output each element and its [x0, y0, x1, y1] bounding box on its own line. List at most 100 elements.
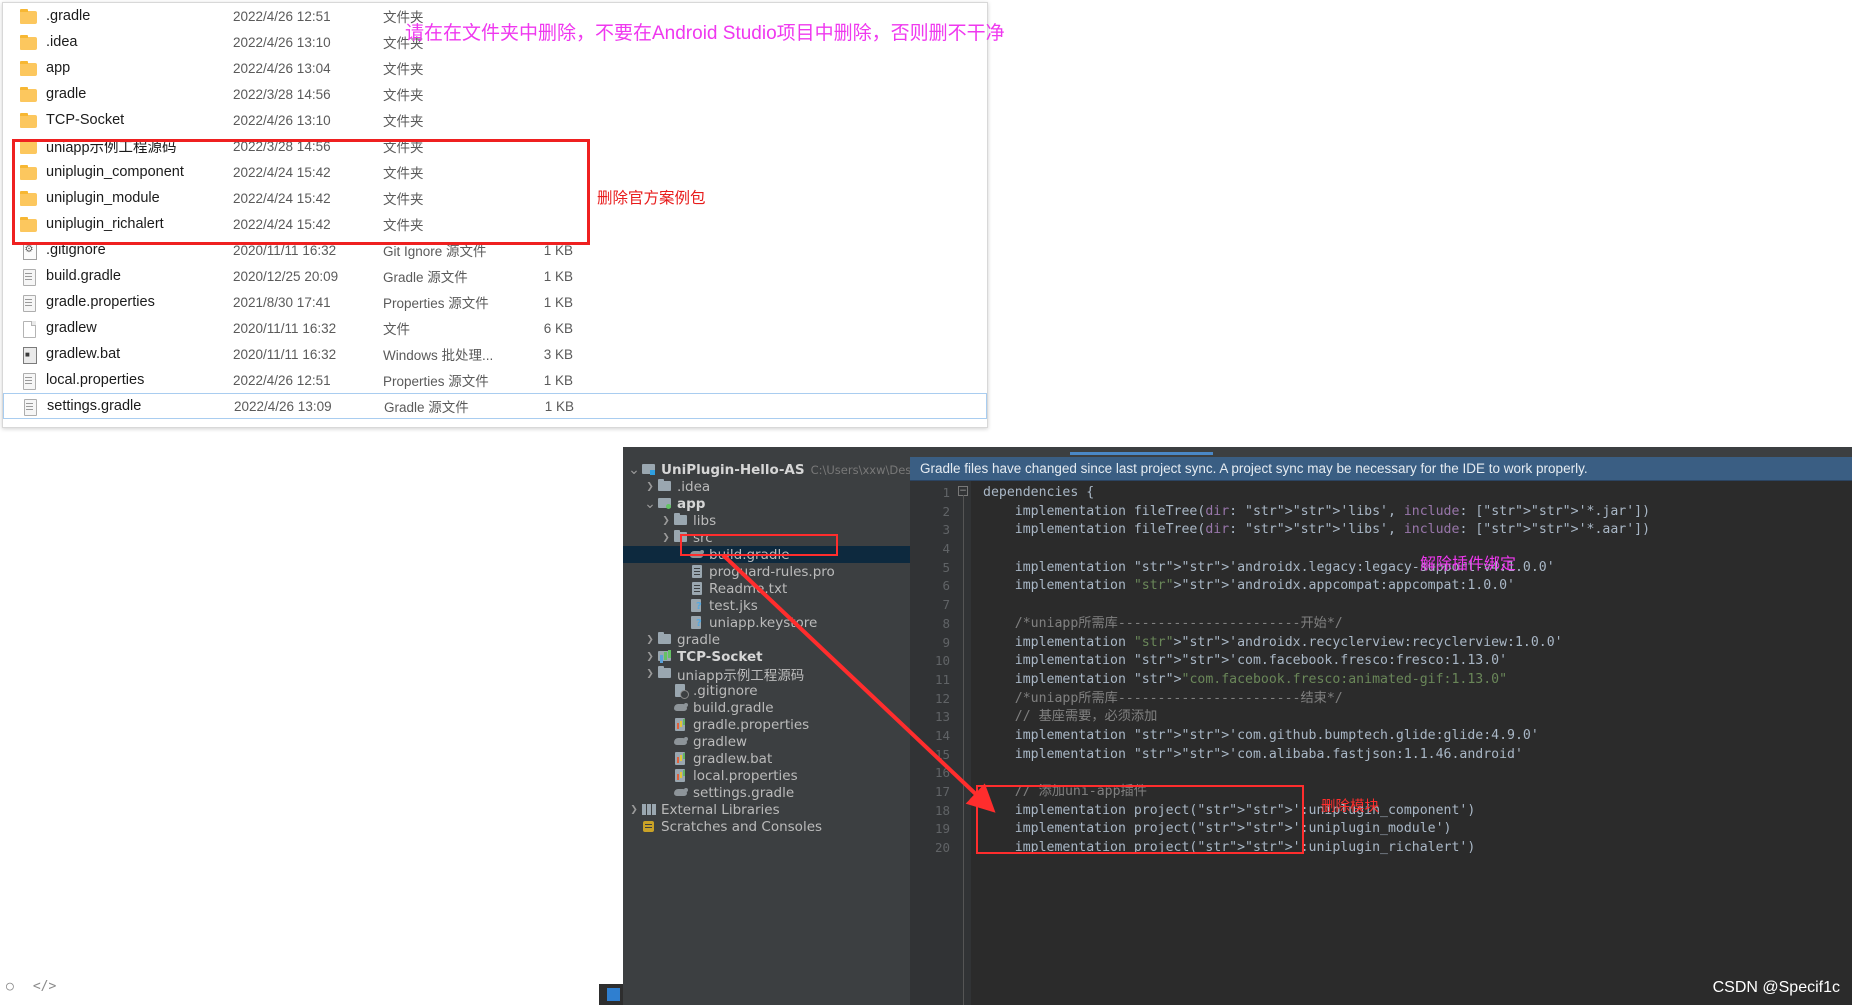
chevron-right-icon[interactable]: ❯	[659, 516, 673, 526]
code-line[interactable]: implementation fileTree(dir: "str">"str"…	[983, 503, 1852, 522]
file-row[interactable]: .gitignore 2020/11/11 16:32 Git Ignore 源文件…	[3, 237, 987, 263]
chevron-right-icon[interactable]: ❯	[659, 533, 673, 543]
file-date: 2022/4/26 13:10	[233, 34, 331, 50]
file-row[interactable]: app 2022/4/26 13:04 文件夹	[3, 55, 987, 81]
file-date: 2020/11/11 16:32	[233, 320, 337, 336]
file-type: 文件夹	[383, 218, 424, 233]
file-name: .gradle	[46, 8, 91, 24]
code-line[interactable]	[983, 764, 1852, 783]
code-line[interactable]: implementation project("str">"str">':uni…	[983, 820, 1852, 839]
file-row[interactable]: gradle.properties 2021/8/30 17:41 Properti…	[3, 289, 987, 315]
tree-node[interactable]: ❯ .idea	[623, 478, 910, 495]
project-root-folder-icon	[641, 463, 657, 476]
folder-icon	[20, 8, 37, 24]
file-list[interactable]: .gradle 2022/4/26 12:51 文件夹 .idea 2022/4/26 …	[3, 3, 987, 419]
properties-file-icon	[673, 718, 689, 731]
code-line[interactable]: implementation "str">"str">'com.alibaba.…	[983, 746, 1852, 765]
windows-icon[interactable]	[607, 988, 620, 1001]
file-row[interactable]: settings.gradle 2022/4/26 13:09 Gradle 源文件…	[3, 393, 987, 419]
file-name: TCP-Socket	[46, 112, 125, 128]
file-row[interactable]: uniplugin_module 2022/4/24 15:42 文件夹	[3, 185, 987, 211]
chevron-down-icon[interactable]: ⌄	[643, 497, 657, 511]
file-type: Gradle 源文件	[383, 270, 468, 285]
text-file-icon	[20, 294, 37, 312]
file-date: 2022/4/26 13:10	[233, 112, 331, 128]
folder-icon	[20, 216, 37, 232]
file-row[interactable]: TCP-Socket 2022/4/26 13:10 文件夹	[3, 107, 987, 133]
tree-node[interactable]: ⌄ UniPlugin-Hello-AS C:\Users\xxw\Desktop\…	[623, 461, 966, 478]
file-row[interactable]: uniapp示例工程源码 2022/3/28 14:56 文件夹	[3, 133, 987, 159]
file-name-cell: .gitignore	[3, 242, 233, 260]
annotation-delete-module: 删除模块	[1321, 799, 1379, 815]
module-folder-icon	[657, 497, 673, 510]
code-line[interactable]: /*uniapp所需库-----------------------结束*/	[983, 690, 1852, 709]
file-row[interactable]: build.gradle 2020/12/25 20:09 Gradle 源文件 1 …	[3, 263, 987, 289]
file-size: 1 KB	[544, 398, 574, 414]
file-date: 2022/3/28 14:56	[233, 86, 331, 102]
code-line[interactable]: dependencies {	[983, 484, 1852, 503]
chevron-right-icon[interactable]: ❯	[643, 652, 657, 662]
editor-tab-bar[interactable]	[623, 447, 1852, 457]
code-icon: </>	[32, 979, 57, 994]
tree-node[interactable]: ⌄ app	[623, 495, 910, 512]
code-line[interactable]	[983, 540, 1852, 559]
code-line[interactable]: /*uniapp所需库-----------------------开始*/	[983, 615, 1852, 634]
tree-node-label: src	[693, 529, 713, 546]
file-type: 文件夹	[383, 140, 424, 155]
library-icon	[641, 803, 657, 816]
gradle-sync-notification[interactable]: Gradle files have changed since last pro…	[910, 457, 1852, 481]
tree-node-label: app	[677, 495, 706, 512]
red-annotation-arrow	[721, 553, 996, 813]
code-line[interactable]: implementation "str">"str">'androidx.leg…	[983, 559, 1852, 578]
status-icons: ○ </>	[6, 979, 56, 994]
file-name: .gitignore	[46, 242, 106, 258]
folder-icon	[673, 530, 689, 544]
code-line[interactable]: implementation "str">"str">'com.facebook…	[983, 652, 1852, 671]
config-file-icon	[20, 242, 37, 260]
file-date: 2022/4/26 13:09	[234, 398, 332, 414]
code-line[interactable]: // 添加uni-app插件	[983, 783, 1852, 802]
file-date: 2022/3/28 14:56	[233, 138, 331, 154]
source-code[interactable]: dependencies { implementation fileTree(d…	[971, 481, 1852, 1005]
folder-icon	[20, 138, 37, 154]
file-row[interactable]: gradle 2022/3/28 14:56 文件夹	[3, 81, 987, 107]
chevron-right-icon[interactable]: ❯	[643, 482, 657, 492]
file-date: 2022/4/24 15:42	[233, 190, 331, 206]
file-row[interactable]: uniplugin_richalert 2022/4/24 15:42 文件夹	[3, 211, 987, 237]
file-type: 文件夹	[383, 88, 424, 103]
blank-file-icon	[20, 320, 37, 338]
folder-icon	[20, 190, 37, 206]
file-name: gradlew	[46, 320, 97, 336]
file-name: gradle	[46, 86, 87, 102]
code-line[interactable]: implementation "str">"str">'androidx.app…	[983, 577, 1852, 596]
tree-node[interactable]: ❯ src	[623, 529, 910, 546]
file-name: uniplugin_module	[46, 190, 160, 206]
file-name: uniplugin_richalert	[46, 216, 164, 232]
active-tab-indicator	[1070, 452, 1213, 455]
file-row[interactable]: gradlew.bat 2020/11/11 16:32 Windows 批处理..…	[3, 341, 987, 367]
text-file-icon	[689, 582, 705, 595]
file-type: 文件夹	[383, 166, 424, 181]
chevron-right-icon[interactable]: ❯	[643, 669, 657, 679]
gradle-file-icon	[673, 735, 689, 748]
code-line[interactable]	[983, 596, 1852, 615]
code-line[interactable]: implementation project("str">"str">':uni…	[983, 839, 1852, 858]
folder-icon	[20, 164, 37, 180]
code-line[interactable]: implementation fileTree(dir: "str">"str"…	[983, 521, 1852, 540]
code-line[interactable]: // 基座需要，必须添加	[983, 708, 1852, 727]
code-editor: Gradle files have changed since last pro…	[910, 457, 1852, 1005]
code-line[interactable]: implementation "str">"str">'androidx.rec…	[983, 634, 1852, 653]
file-row[interactable]: uniplugin_component 2022/4/24 15:42 文件夹	[3, 159, 987, 185]
chevron-right-icon[interactable]: ❯	[643, 635, 657, 645]
tree-node[interactable]: ❯ libs	[623, 512, 910, 529]
chevron-down-icon[interactable]: ⌄	[627, 463, 641, 477]
file-name-cell: uniplugin_module	[3, 190, 233, 206]
code-line[interactable]: implementation project("str">"str">':uni…	[983, 802, 1852, 821]
file-row[interactable]: local.properties 2022/4/26 12:51 Propertie…	[3, 367, 987, 393]
code-line[interactable]: implementation "str">"com.facebook.fresc…	[983, 671, 1852, 690]
code-line[interactable]: implementation "str">"str">'com.github.b…	[983, 727, 1852, 746]
chevron-right-icon[interactable]: ❯	[627, 805, 641, 815]
folder-icon	[20, 86, 37, 102]
file-row[interactable]: gradlew 2020/11/11 16:32 文件 6 KB	[3, 315, 987, 341]
file-date: 2022/4/24 15:42	[233, 164, 331, 180]
